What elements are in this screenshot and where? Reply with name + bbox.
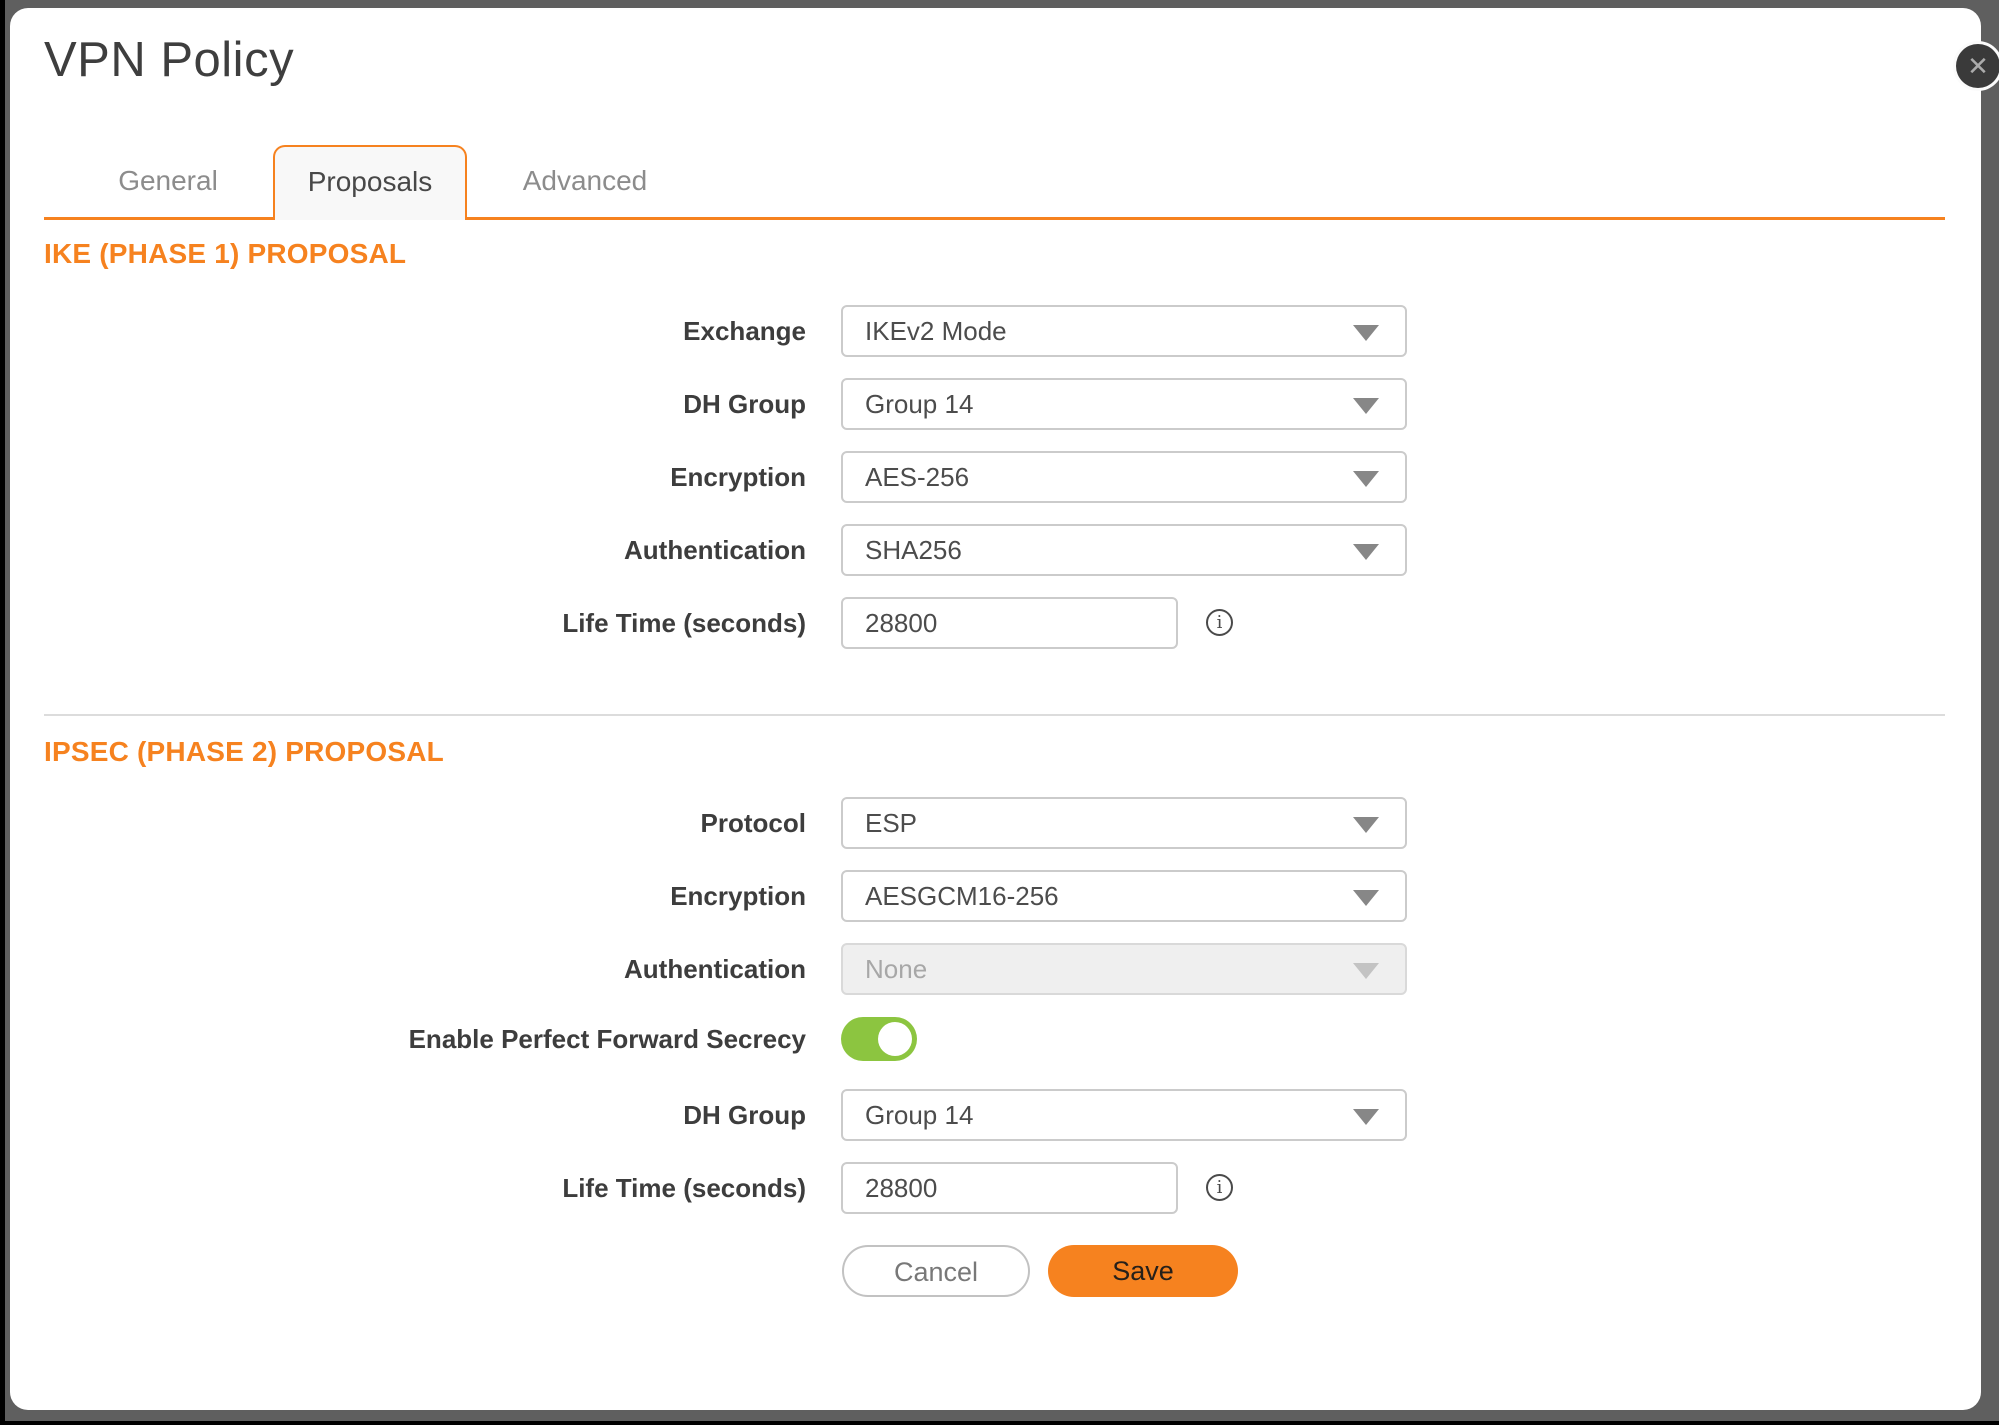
close-button[interactable]: ✕: [1956, 44, 1999, 88]
chevron-down-icon: [1353, 1109, 1379, 1125]
chevron-down-icon: [1353, 890, 1379, 906]
tab-proposals[interactable]: Proposals: [273, 145, 467, 220]
chevron-down-icon: [1353, 963, 1379, 979]
info-icon[interactable]: i: [1206, 1174, 1233, 1201]
field-label: Enable Perfect Forward Secrecy: [10, 1017, 806, 1061]
row-protocol: Protocol ESP: [10, 797, 1981, 849]
row-dh-group-p1: DH Group Group 14: [10, 378, 1981, 430]
chevron-down-icon: [1353, 817, 1379, 833]
pfs-toggle[interactable]: [841, 1017, 917, 1061]
tab-general[interactable]: General: [73, 145, 263, 217]
encryption-dropdown-p2[interactable]: AESGCM16-256: [841, 870, 1407, 922]
vpn-policy-dialog: VPN Policy ✕ General Proposals Advanced …: [10, 8, 1981, 1410]
dropdown-value: AES-256: [865, 462, 969, 492]
row-authentication-p2: Authentication None: [10, 943, 1981, 995]
dropdown-value: AESGCM16-256: [865, 881, 1059, 911]
row-life-time-p2: Life Time (seconds) i: [10, 1162, 1981, 1214]
section-title-ipsec-phase2: IPSEC (PHASE 2) PROPOSAL: [44, 736, 444, 768]
tab-advanced[interactable]: Advanced: [490, 145, 680, 217]
dh-group-dropdown-p2[interactable]: Group 14: [841, 1089, 1407, 1141]
field-label: Authentication: [10, 943, 806, 995]
chevron-down-icon: [1353, 471, 1379, 487]
encryption-dropdown[interactable]: AES-256: [841, 451, 1407, 503]
authentication-dropdown-disabled: None: [841, 943, 1407, 995]
field-label: Life Time (seconds): [10, 597, 806, 649]
dropdown-value: Group 14: [865, 389, 973, 419]
field-label: Encryption: [10, 870, 806, 922]
section-divider: [44, 714, 1945, 716]
save-button[interactable]: Save: [1048, 1245, 1238, 1297]
chevron-down-icon: [1353, 544, 1379, 560]
field-label: DH Group: [10, 378, 806, 430]
row-encryption-p2: Encryption AESGCM16-256: [10, 870, 1981, 922]
dropdown-value: None: [865, 954, 927, 984]
chevron-down-icon: [1353, 325, 1379, 341]
dropdown-value: ESP: [865, 808, 917, 838]
field-label: DH Group: [10, 1089, 806, 1141]
close-icon: ✕: [1967, 53, 1989, 79]
row-exchange: Exchange IKEv2 Mode: [10, 305, 1981, 357]
chevron-down-icon: [1353, 398, 1379, 414]
row-encryption-p1: Encryption AES-256: [10, 451, 1981, 503]
row-authentication-p1: Authentication SHA256: [10, 524, 1981, 576]
field-label: Exchange: [10, 305, 806, 357]
dropdown-value: IKEv2 Mode: [865, 316, 1007, 346]
field-label: Life Time (seconds): [10, 1162, 806, 1214]
life-time-input[interactable]: [841, 597, 1178, 649]
authentication-dropdown[interactable]: SHA256: [841, 524, 1407, 576]
protocol-dropdown[interactable]: ESP: [841, 797, 1407, 849]
toggle-knob: [878, 1022, 912, 1056]
cancel-button[interactable]: Cancel: [842, 1245, 1030, 1297]
row-perfect-forward-secrecy: Enable Perfect Forward Secrecy: [10, 1017, 1981, 1061]
dh-group-dropdown[interactable]: Group 14: [841, 378, 1407, 430]
field-label: Protocol: [10, 797, 806, 849]
section-title-ike-phase1: IKE (PHASE 1) PROPOSAL: [44, 238, 406, 270]
row-life-time-p1: Life Time (seconds) i: [10, 597, 1981, 649]
page-title: VPN Policy: [44, 32, 294, 88]
exchange-dropdown[interactable]: IKEv2 Mode: [841, 305, 1407, 357]
info-icon[interactable]: i: [1206, 609, 1233, 636]
field-label: Authentication: [10, 524, 806, 576]
dropdown-value: SHA256: [865, 535, 962, 565]
dropdown-value: Group 14: [865, 1100, 973, 1130]
row-dh-group-p2: DH Group Group 14: [10, 1089, 1981, 1141]
field-label: Encryption: [10, 451, 806, 503]
life-time-input-p2[interactable]: [841, 1162, 1178, 1214]
